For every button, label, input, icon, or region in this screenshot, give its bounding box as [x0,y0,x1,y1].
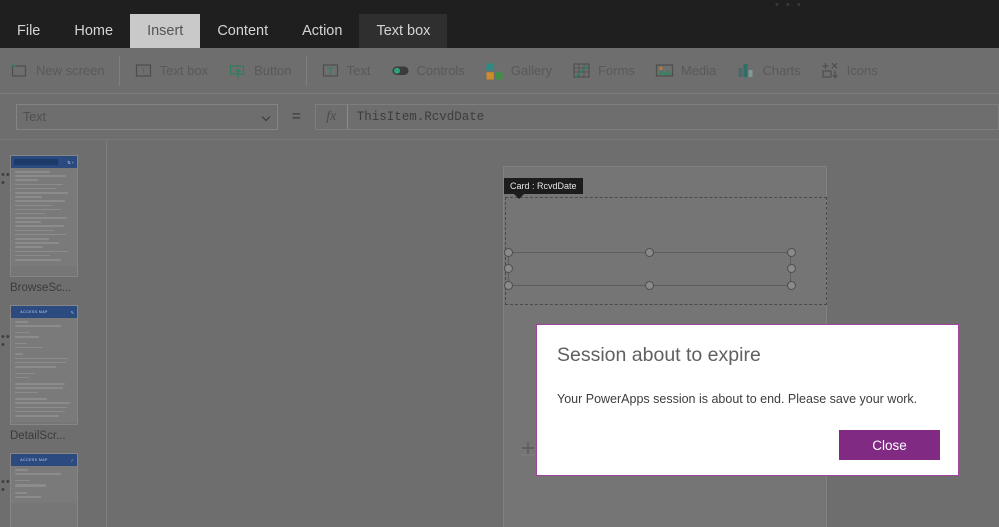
equals-sign: = [292,108,301,125]
property-select[interactable]: Text [16,103,278,130]
resize-handle-middle-right[interactable] [787,264,796,273]
tab-content[interactable]: Content [200,14,285,48]
resize-handle-bottom-left[interactable] [504,281,513,290]
rail-item-browse-screen[interactable]: •• • ⇅ + BrowseSc... [0,141,106,294]
thumb-app-bar-2: ACCESS MAP ✎ [11,306,77,318]
rail-item-label-2: DetailScr... [10,430,66,442]
media-button[interactable]: Media [645,48,726,94]
formula-input[interactable]: ThisItem.RcvdDate [346,103,999,130]
thumb-body-3 [11,466,77,504]
rail-item-label-1: BrowseSc... [10,282,72,294]
text-icon: T [321,61,340,80]
screen-thumbnail-browse[interactable]: ⇅ + [10,155,78,277]
powerapps-studio-window: • • • File Home Insert Content Action Te… [0,0,999,527]
ribbon-group-insert: T Text Controls Gallery Forms Media Char… [311,48,888,94]
icons-label: Icons [846,63,878,78]
thumb-app-bar-3: ACCESS MAP ✓ [11,454,77,466]
new-screen-label: New screen [36,63,105,78]
close-button[interactable]: Close [839,430,940,460]
new-screen-button[interactable]: New screen [0,48,115,94]
thumb-edit-icon-2: ✎ [70,309,74,315]
screen-thumbnail-detail[interactable]: ACCESS MAP ✎ [10,305,78,425]
tab-insert-label: Insert [147,23,184,39]
gallery-icon [485,61,504,80]
media-icon [655,61,674,80]
button-icon [228,61,247,80]
tab-file-label: File [17,23,41,39]
button-button[interactable]: Button [218,48,302,94]
session-expire-dialog: Session about to expire Your PowerApps s… [536,324,959,476]
add-control-button[interactable] [518,438,538,458]
charts-button[interactable]: Charts [726,48,810,94]
dialog-message: Your PowerApps session is about to end. … [557,392,918,406]
selected-card-rcvddate[interactable]: Card : RcvdDate [504,178,827,305]
resize-handle-bottom-right[interactable] [787,281,796,290]
ribbon-separator-1 [118,55,120,86]
tab-home-label: Home [74,23,114,39]
forms-button[interactable]: Forms [562,48,645,94]
text-box-label: Text box [159,63,209,78]
rail-item-edit-screen[interactable]: •• • ACCESS MAP ✓ [0,453,106,527]
thumb-search-field-1 [14,158,59,166]
ribbon-separator-2 [305,55,307,86]
ribbon-toolbar: New screen T Text box Button T Text Cont… [0,48,999,94]
property-select-value: Text [23,109,46,124]
tab-action-label: Action [302,23,343,39]
screens-rail[interactable]: •• • ⇅ + BrowseSc... •• • ACCESS MAP ✎ D… [0,141,107,527]
button-label: Button [254,63,292,78]
fx-icon[interactable]: fx [314,103,347,130]
svg-text:T: T [140,66,146,76]
tab-text-box-label: Text box [376,23,431,39]
thumb-check-icon-3: ✓ [70,457,74,463]
text-box-button[interactable]: T Text box [124,48,218,94]
thumb-body-1 [11,168,77,267]
tab-home[interactable]: Home [57,14,130,48]
thumb-app-bar-1: ⇅ + [11,156,77,168]
chevron-down-icon [261,112,271,121]
screen-thumbnail-edit[interactable]: ACCESS MAP ✓ [10,453,78,527]
forms-icon [572,61,591,80]
charts-label: Charts [762,63,801,78]
window-overflow-dots: • • • [775,0,803,11]
resize-handle-bottom-center[interactable] [645,281,654,290]
media-label: Media [680,63,717,78]
resize-handle-top-center[interactable] [645,248,654,257]
charts-icon [736,61,755,80]
resize-handle-top-left[interactable] [504,248,513,257]
controls-label: Controls [416,63,465,78]
formula-bar: Text = fx ThisItem.RcvdDate [0,94,999,140]
rail-item-detail-screen[interactable]: •• • ACCESS MAP ✎ DetailScr... [0,305,106,442]
text-button[interactable]: T Text [311,48,381,94]
thumb-title-2: ACCESS MAP [20,309,48,315]
tab-content-label: Content [217,23,269,39]
resize-handle-top-right[interactable] [787,248,796,257]
svg-text:T: T [327,66,333,76]
controls-toggle-icon [391,61,410,80]
new-screen-icon [10,61,29,80]
tab-action[interactable]: Action [285,14,359,48]
gallery-label: Gallery [510,63,553,78]
thumb-body-2 [11,318,77,423]
gallery-button[interactable]: Gallery [475,48,562,94]
icons-button[interactable]: Icons [811,48,888,94]
resize-handle-middle-left[interactable] [504,264,513,273]
ribbon-group-screen: New screen [0,48,115,94]
selection-tag: Card : RcvdDate [504,178,583,199]
text-label: Text [346,63,371,78]
text-box-icon: T [134,61,153,80]
tab-text-box[interactable]: Text box [359,14,448,48]
ribbon-group-textbox: T Text box Button [124,48,302,94]
ribbon-tab-strip: File Home Insert Content Action Text box [0,14,448,48]
icons-icon [821,61,840,80]
dialog-title: Session about to expire [557,344,761,366]
thumb-sort-icon-1: ⇅ + [67,159,74,165]
title-bar: • • • File Home Insert Content Action Te… [0,0,999,48]
forms-label: Forms [598,63,635,78]
controls-button[interactable]: Controls [381,48,475,94]
tab-file[interactable]: File [0,14,57,48]
thumb-title-3: ACCESS MAP [20,457,48,463]
tab-insert[interactable]: Insert [130,14,201,48]
